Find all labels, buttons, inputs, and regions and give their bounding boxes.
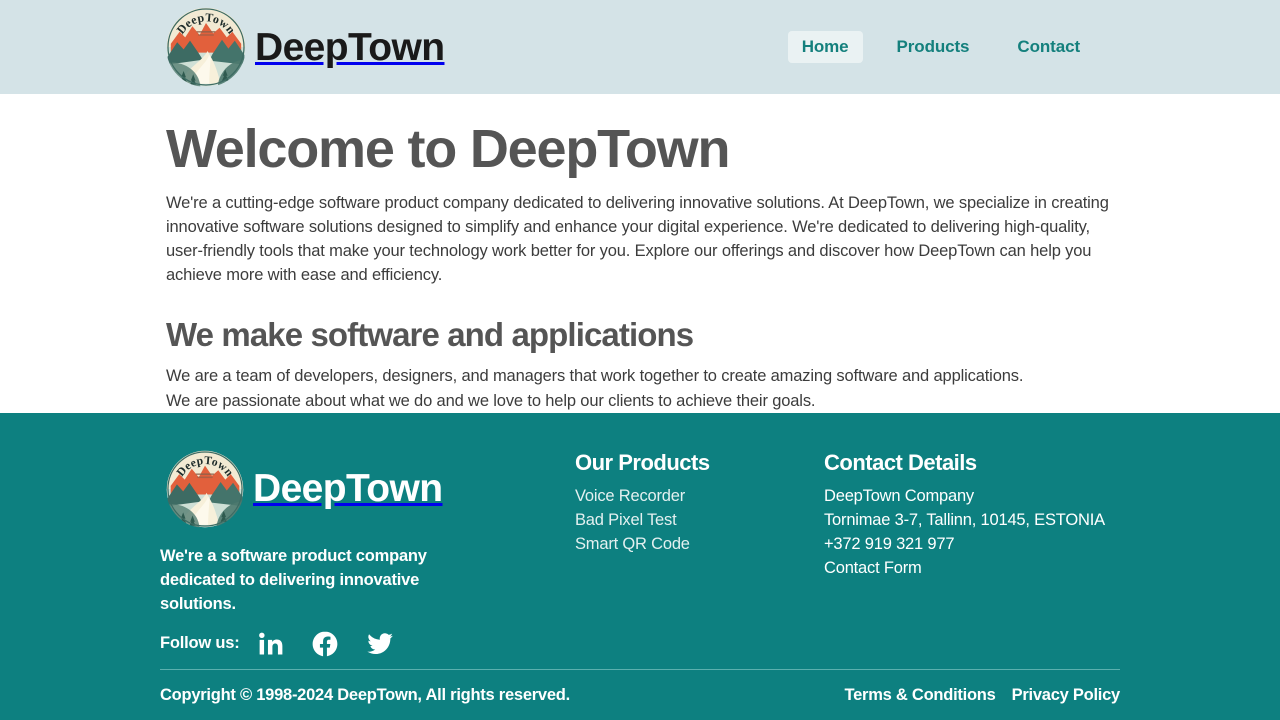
copyright-text: Copyright © 1998-2024 DeepTown, All righ…	[160, 685, 570, 704]
legal-links: Terms & Conditions Privacy Policy	[845, 686, 1121, 705]
list-item: Smart QR Code	[575, 533, 824, 557]
footer-contact-heading: Contact Details	[824, 449, 977, 475]
main-navigation: Home Products Contact	[787, 30, 1094, 64]
nav-item-home[interactable]: Home	[787, 30, 863, 64]
site-header: DeepTown Home Products Contact	[0, 0, 1280, 94]
footer-brand-column: DeepTown We're a software product compan…	[160, 450, 575, 669]
terms-and-conditions-link[interactable]: Terms & Conditions	[845, 686, 996, 705]
privacy-policy-link[interactable]: Privacy Policy	[1012, 686, 1121, 705]
footer-tagline: We're a software product company dedicat…	[160, 546, 427, 613]
footer-contact-list: DeepTown Company Tornimae 3-7, Tallinn, …	[824, 485, 1105, 581]
product-link-smart-qr-code[interactable]: Smart QR Code	[575, 535, 690, 553]
hero-paragraph: We're a cutting-edge software product co…	[166, 193, 1109, 285]
list-item: Contact Form	[824, 557, 1105, 581]
main-content: Welcome to DeepTown We're a cutting-edge…	[0, 94, 1280, 413]
twitter-icon[interactable]	[366, 630, 394, 658]
list-item: Bad Pixel Test	[575, 509, 824, 533]
site-footer: DeepTown We're a software product compan…	[0, 412, 1280, 720]
footer-products-heading: Our Products	[575, 449, 710, 475]
deeptown-logo-icon	[166, 7, 246, 87]
product-link-voice-recorder[interactable]: Voice Recorder	[575, 487, 685, 505]
follow-us-row: Follow us:	[160, 630, 575, 658]
contact-form-link[interactable]: Contact Form	[824, 559, 922, 577]
footer-columns: DeepTown We're a software product compan…	[160, 413, 1120, 669]
social-links	[258, 630, 394, 658]
footer-contact-column: Contact Details DeepTown Company Tornima…	[824, 450, 1105, 669]
product-link-bad-pixel-test[interactable]: Bad Pixel Test	[575, 511, 677, 529]
contact-company-name: DeepTown Company	[824, 487, 974, 506]
footer-products-list: Voice Recorder Bad Pixel Test Smart QR C…	[575, 485, 824, 557]
footer-brand-name: DeepTown	[253, 467, 443, 511]
footer-bottom-bar: Copyright © 1998-2024 DeepTown, All righ…	[160, 668, 1121, 720]
contact-phone-link[interactable]: +372 919 321 977	[824, 535, 955, 553]
brand-logo-link[interactable]: DeepTown	[166, 7, 445, 87]
footer-products-column: Our Products Voice Recorder Bad Pixel Te…	[575, 450, 824, 669]
page-root: DeepTown Home Products Contact Welcome t…	[0, 0, 1280, 720]
deeptown-logo-icon	[166, 450, 244, 528]
list-item: Tornimae 3-7, Tallinn, 10145, ESTONIA	[824, 509, 1105, 533]
footer-brand-logo-link[interactable]: DeepTown	[166, 450, 575, 528]
linkedin-icon[interactable]	[258, 631, 284, 657]
list-item: +372 919 321 977	[824, 533, 1105, 557]
contact-address: Tornimae 3-7, Tallinn, 10145, ESTONIA	[824, 511, 1105, 530]
nav-item-products[interactable]: Products	[883, 31, 984, 64]
section-paragraph: We are a team of developers, designers, …	[166, 367, 1024, 410]
section-heading: We make software and applications	[166, 315, 694, 353]
brand-name: DeepTown	[255, 25, 445, 69]
follow-us-label: Follow us:	[160, 634, 240, 653]
list-item: DeepTown Company	[824, 485, 1105, 509]
list-item: Voice Recorder	[575, 485, 824, 509]
facebook-icon[interactable]	[311, 630, 339, 658]
page-title: Welcome to DeepTown	[166, 119, 730, 179]
nav-item-contact[interactable]: Contact	[1003, 31, 1094, 64]
